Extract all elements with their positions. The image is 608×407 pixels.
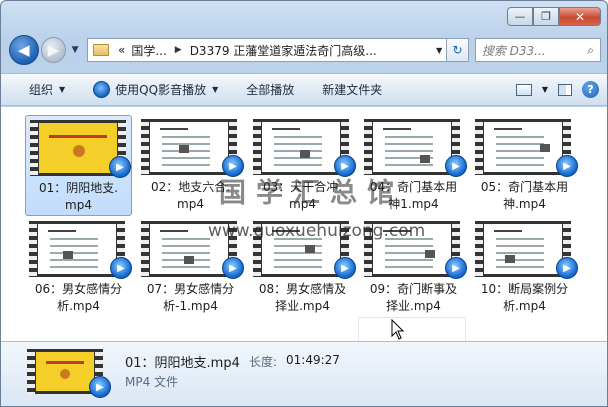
details-pane: ▶ 01：阴阳地支.mp4 长度: 01:49:27 MP4 文件	[1, 341, 607, 406]
file-name-label: 06：男女感情分 析.mp4	[27, 281, 130, 315]
file-name-line-2: 析.mp4	[503, 299, 546, 313]
chevron-down-icon: ▼	[212, 85, 219, 94]
file-name-label: 09：奇门断事及 择业.mp4	[362, 281, 465, 315]
file-name-line-1: 09：奇门断事及	[369, 282, 458, 296]
file-name-line-1: 06：男女感情分	[34, 282, 123, 296]
file-item[interactable]: ▶ 03：天干合冲. mp4	[249, 115, 356, 216]
file-item[interactable]: ▶ 06：男女感情分 析.mp4	[25, 217, 132, 318]
refresh-button[interactable]: ↻	[447, 38, 469, 62]
back-arrow-icon: ◀	[18, 41, 30, 59]
organize-label: 组织	[29, 83, 54, 97]
help-icon[interactable]: ?	[582, 81, 599, 98]
qq-player-icon	[93, 81, 111, 98]
file-name-line-1: 08：男女感情及	[258, 282, 347, 296]
watermark-url: www.guoxuehuizong.com	[208, 221, 426, 241]
forward-button[interactable]: ▶	[40, 37, 67, 63]
play-with-qq-button[interactable]: 使用QQ影音播放 ▼	[79, 81, 232, 98]
qq-player-badge-icon: ▶	[109, 156, 131, 178]
file-name-label: 05：奇门基本用 神.mp4	[473, 179, 576, 213]
organize-menu[interactable]: 组织 ▼	[15, 81, 79, 98]
qq-player-badge-icon: ▶	[445, 257, 467, 279]
breadcrumb-separator-icon[interactable]: ▶	[170, 45, 187, 55]
file-name-line-1: 05：奇门基本用	[480, 180, 569, 194]
hover-highlight	[358, 317, 466, 341]
file-item[interactable]: ▶ 05：奇门基本用 神.mp4	[471, 115, 578, 216]
minimize-button[interactable]: —	[507, 7, 533, 26]
caption-buttons: — ❐ ✕	[507, 7, 601, 26]
file-name-line-1: 07：男女感情分	[146, 282, 235, 296]
breadcrumb-overflow[interactable]: «	[115, 43, 128, 57]
address-dropdown[interactable]: ▼	[432, 46, 446, 55]
file-name-label: 04：奇门基本用 神1.mp4	[362, 179, 465, 213]
qq-player-badge-icon: ▶	[445, 155, 467, 177]
file-item[interactable]: ▶ 02：地支六合. mp4	[137, 115, 244, 216]
recent-pages-dropdown[interactable]: ▼	[69, 45, 81, 55]
chevron-down-icon: ▼	[59, 85, 66, 94]
explorer-window: — ❐ ✕ ◀ ▶ ▼ « 国学... ▶ D3379 正藩堂道家遁法奇门高级.…	[0, 0, 608, 407]
file-name-line-1: 02：地支六合.	[150, 180, 231, 194]
toolbar-right-group: ▼ ?	[515, 81, 607, 98]
qq-player-badge-icon: ▶	[556, 257, 578, 279]
details-file-type: MP4 文件	[125, 375, 179, 389]
qq-player-badge-icon: ▶	[222, 257, 244, 279]
details-thumbnail: ▶	[27, 349, 111, 398]
close-button[interactable]: ✕	[559, 7, 601, 26]
file-name-line-1: 10：断局案例分	[480, 282, 569, 296]
play-all-button[interactable]: 全部播放	[232, 81, 308, 98]
navigation-bar: ◀ ▶ ▼ « 国学... ▶ D3379 正藩堂道家遁法奇门高级... ▼ ↻…	[9, 34, 601, 66]
file-name-line-2: 神1.mp4	[388, 197, 439, 211]
details-file-name: 01：阴阳地支.mp4	[125, 356, 240, 371]
play-all-label: 全部播放	[246, 83, 295, 97]
play-with-qq-label: 使用QQ影音播放	[115, 83, 207, 97]
back-button[interactable]: ◀	[9, 35, 39, 65]
file-name-line-2: 析-1.mp4	[163, 299, 218, 313]
details-length-value: 01:49:27	[286, 353, 340, 367]
file-name-label: 10：断局案例分 析.mp4	[473, 281, 576, 315]
qq-player-badge-icon: ▶	[222, 155, 244, 177]
command-bar: 组织 ▼ 使用QQ影音播放 ▼ 全部播放 新建文件夹 ▼ ?	[1, 73, 607, 106]
file-item[interactable]: ▶ 01：阴阳地支. mp4	[25, 115, 132, 216]
search-icon[interactable]: ⌕	[587, 43, 594, 58]
file-name-line-1: 04：奇门基本用	[369, 180, 458, 194]
file-name-label: 07：男女感情分 析-1.mp4	[139, 281, 242, 315]
file-name-line-2: mp4	[289, 197, 316, 211]
file-name-line-2: mp4	[65, 198, 92, 212]
qq-player-badge-icon: ▶	[89, 376, 111, 398]
file-item[interactable]: ▶ 04：奇门基本用 神1.mp4	[360, 115, 467, 216]
file-name-label: 01：阴阳地支. mp4	[28, 180, 129, 214]
preview-pane-icon[interactable]	[558, 83, 572, 96]
details-length-label: 长度:	[249, 355, 278, 369]
address-bar[interactable]: « 国学... ▶ D3379 正藩堂道家遁法奇门高级... ▼	[86, 38, 448, 62]
view-dropdown-icon[interactable]: ▼	[542, 85, 548, 94]
file-name-line-2: 神.mp4	[503, 197, 546, 211]
qq-player-badge-icon: ▶	[556, 155, 578, 177]
file-name-line-2: 析.mp4	[57, 299, 100, 313]
change-view-icon[interactable]	[515, 83, 532, 96]
qq-player-badge-icon: ▶	[110, 257, 132, 279]
search-input[interactable]: 搜索 D33... ⌕	[474, 38, 601, 62]
qq-player-badge-icon: ▶	[334, 257, 356, 279]
breadcrumb-current-folder[interactable]: D3379 正藩堂道家遁法奇门高级...	[187, 42, 380, 59]
file-name-line-2: 择业.mp4	[386, 299, 441, 313]
file-item[interactable]: ▶ 10：断局案例分 析.mp4	[471, 217, 578, 318]
file-name-line-2: mp4	[177, 197, 204, 211]
file-name-label: 03：天干合冲. mp4	[251, 179, 354, 213]
file-name-label: 08：男女感情及 择业.mp4	[251, 281, 354, 315]
new-folder-button[interactable]: 新建文件夹	[308, 81, 396, 98]
maximize-button[interactable]: ❐	[533, 7, 559, 26]
qq-player-badge-icon: ▶	[334, 155, 356, 177]
file-name-line-1: 01：阴阳地支.	[38, 181, 119, 195]
refresh-icon: ↻	[452, 43, 463, 57]
folder-icon	[92, 44, 109, 56]
file-name-line-2: 择业.mp4	[275, 299, 330, 313]
file-name-line-1: 03：天干合冲.	[262, 180, 343, 194]
file-name-label: 02：地支六合. mp4	[139, 179, 242, 213]
new-folder-label: 新建文件夹	[322, 83, 383, 97]
forward-arrow-icon: ▶	[47, 41, 60, 59]
search-placeholder: 搜索 D33...	[481, 43, 546, 58]
breadcrumb-guoxue[interactable]: 国学...	[128, 42, 169, 59]
